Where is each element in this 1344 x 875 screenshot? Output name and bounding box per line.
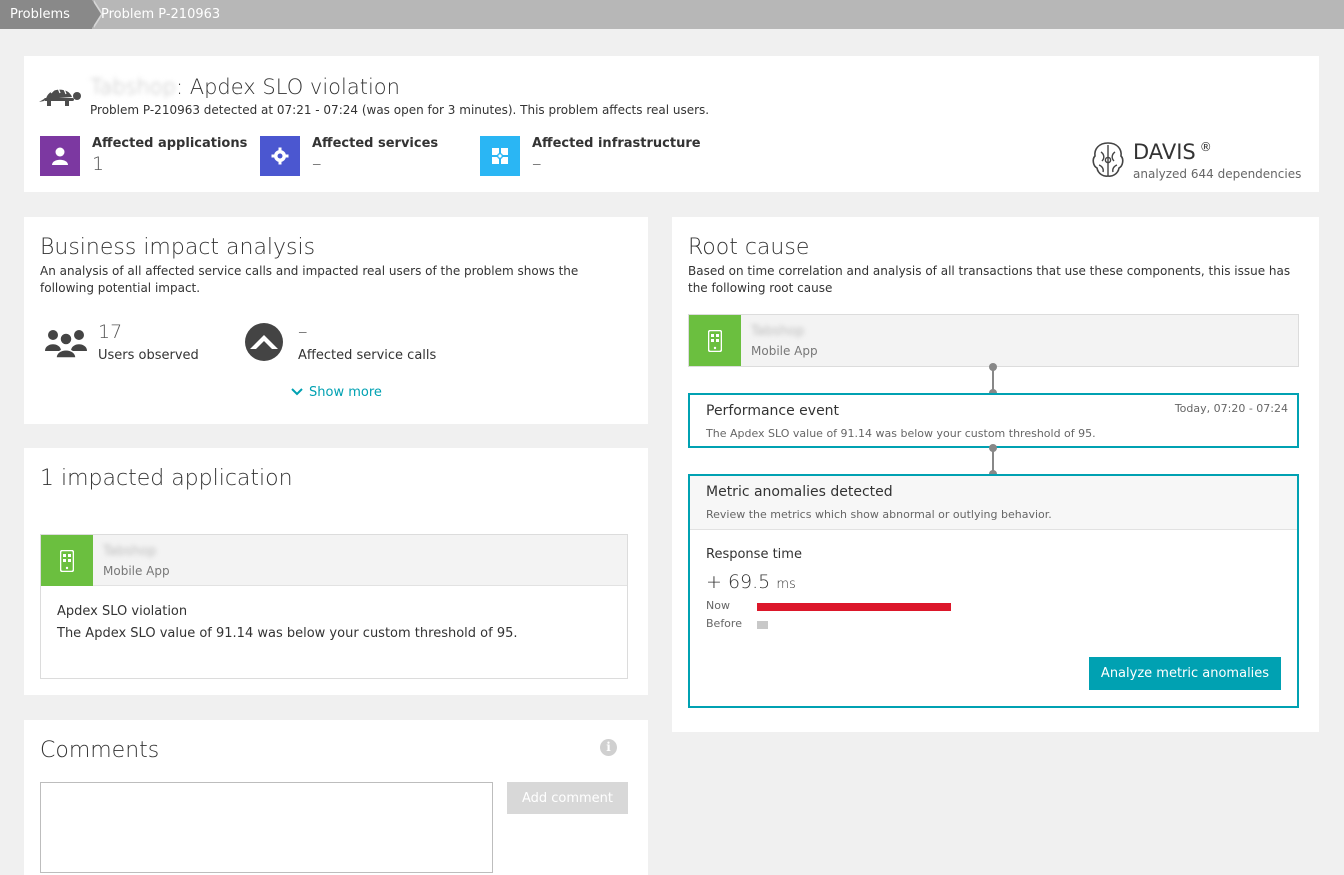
impacted-issue-title: Apdex SLO violation (57, 604, 188, 619)
performance-event-box[interactable]: Performance event Today, 07:20 - 07:24 T… (688, 393, 1299, 448)
root-cause-title: Root cause (688, 235, 810, 260)
comments-card: Comments i Add comment (24, 720, 648, 875)
turtle-icon (39, 87, 81, 106)
root-cause-app-name: Tabshop (751, 324, 805, 339)
performance-event-description: The Apdex SLO value of 91.14 was below y… (706, 427, 1096, 440)
infrastructure-icon (480, 136, 520, 176)
affected-services-label: Affected services (312, 136, 439, 151)
affected-applications-count: 1 (92, 153, 105, 175)
affected-service-calls-label: Affected service calls (298, 348, 437, 363)
impacted-application-box: Tabshop Mobile App Apdex SLO violation T… (40, 534, 628, 679)
davis-name-text: DAVIS (1133, 140, 1196, 164)
chevron-down-icon (291, 388, 303, 396)
business-impact-title: Business impact analysis (40, 235, 316, 260)
breadcrumb-item-problems[interactable]: Problems (0, 0, 103, 29)
metric-name: Response time (706, 547, 802, 562)
metric-delta-unit: ms (776, 577, 796, 592)
now-bar (757, 603, 951, 611)
analyze-metric-anomalies-button[interactable]: Analyze metric anomalies (1089, 657, 1281, 690)
impacted-app-name: Tabshop (103, 544, 157, 559)
add-comment-button[interactable]: Add comment (507, 782, 628, 814)
root-cause-application-header: Tabshop Mobile App (689, 315, 1298, 366)
root-cause-card: Root cause Based on time correlation and… (672, 217, 1319, 732)
business-impact-description: An analysis of all affected service call… (40, 264, 579, 295)
affected-services[interactable]: Affected services – (260, 136, 470, 176)
before-label: Before (706, 617, 742, 630)
users-observed-count: 17 (98, 321, 123, 343)
affected-services-count: – (312, 153, 322, 175)
performance-event-time: Today, 07:20 - 07:24 (1174, 402, 1288, 415)
impacted-app-type: Mobile App (103, 564, 170, 578)
app-name-redacted: Tabshop (90, 75, 176, 99)
davis-name: DAVIS ® (1133, 140, 1212, 164)
davis-dependencies: analyzed 644 dependencies (1133, 167, 1302, 181)
impacted-issue-description: The Apdex SLO value of 91.14 was below y… (57, 626, 518, 641)
breadcrumb: Problems Problem P-210963 (0, 0, 1344, 29)
comments-title: Comments (40, 738, 160, 763)
metric-anomalies-box: Metric anomalies detected Review the met… (688, 474, 1299, 708)
mobile-app-icon (41, 535, 93, 586)
metric-delta-value: + 69.5 (706, 571, 771, 593)
problem-header: Tabshop: Apdex SLO violation Problem P-2… (24, 56, 1319, 192)
problem-title-text: : Apdex SLO violation (175, 75, 400, 99)
affected-applications[interactable]: Affected applications 1 (40, 136, 250, 176)
now-label: Now (706, 599, 730, 612)
metric-anomalies-description: Review the metrics which show abnormal o… (706, 508, 1052, 521)
impacted-application-header[interactable]: Tabshop Mobile App (41, 535, 627, 586)
service-calls-icon (245, 323, 283, 361)
comment-input[interactable] (40, 782, 493, 873)
users-group-icon (45, 330, 87, 359)
metric-delta: + 69.5 ms (706, 571, 796, 593)
business-impact-card: Business impact analysis An analysis of … (24, 217, 648, 424)
davis-brain-icon (1092, 142, 1124, 177)
affected-service-calls-count: – (298, 321, 308, 343)
show-more-label: Show more (309, 385, 382, 400)
affected-infrastructure-label: Affected infrastructure (532, 136, 701, 151)
breadcrumb-item-problem: Problem P-210963 (101, 7, 221, 22)
root-cause-app-type: Mobile App (751, 344, 818, 358)
mobile-app-icon (689, 315, 741, 366)
davis-registered-mark: ® (1199, 140, 1212, 154)
affected-infrastructure-count: – (532, 153, 542, 175)
problem-title: Tabshop: Apdex SLO violation (90, 75, 400, 99)
affected-infrastructure[interactable]: Affected infrastructure – (480, 136, 710, 176)
problem-subtitle: Problem P-210963 detected at 07:21 - 07:… (90, 103, 710, 117)
impacted-application-card: 1 impacted application Tabshop Mobile Ap… (24, 448, 648, 695)
show-more-link[interactable]: Show more (291, 385, 382, 400)
before-bar (757, 621, 768, 629)
root-cause-description: Based on time correlation and analysis o… (688, 264, 1291, 295)
users-observed-label: Users observed (98, 348, 199, 363)
info-icon[interactable]: i (600, 739, 617, 756)
metric-anomalies-title: Metric anomalies detected (706, 484, 893, 500)
impacted-application-title: 1 impacted application (40, 466, 293, 491)
service-gear-icon (260, 136, 300, 176)
performance-event-title: Performance event (706, 403, 840, 419)
root-cause-application[interactable]: Tabshop Mobile App (688, 314, 1299, 367)
affected-applications-label: Affected applications (92, 136, 248, 151)
application-icon (40, 136, 80, 176)
